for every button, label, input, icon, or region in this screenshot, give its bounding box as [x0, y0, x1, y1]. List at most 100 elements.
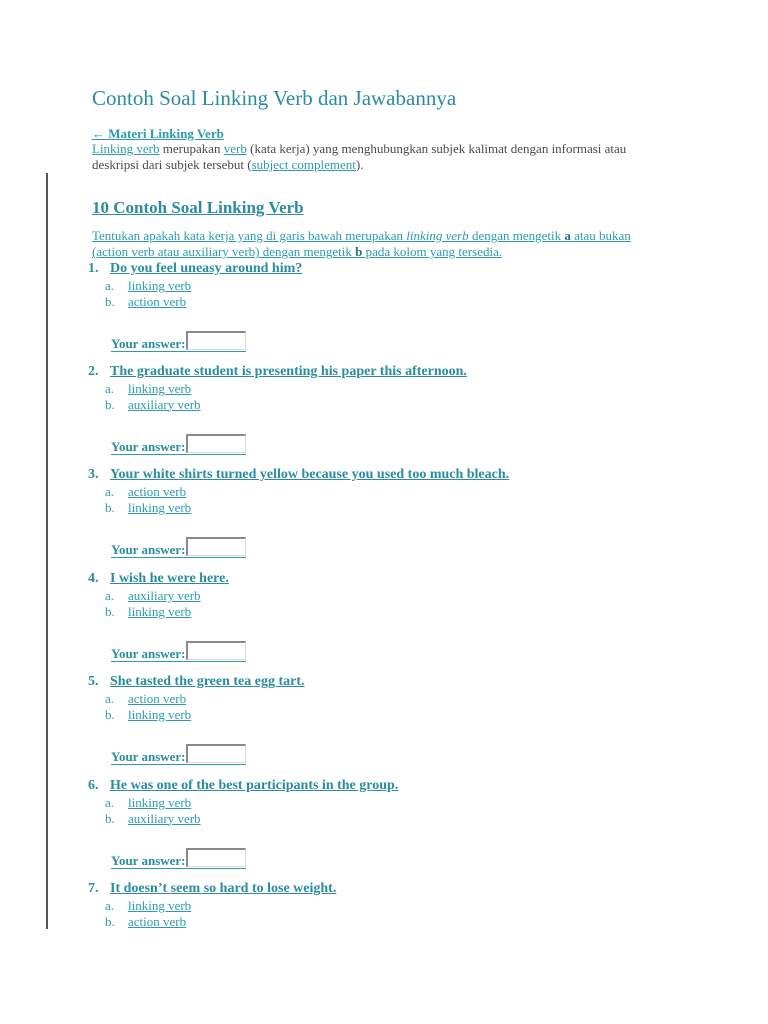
- option-letter: b.: [105, 293, 115, 309]
- option-letter: b.: [105, 603, 115, 619]
- option-letter: a.: [105, 278, 115, 293]
- question-7: 7. It doesn’t seem so hard to lose weight…: [88, 880, 688, 929]
- option-letter: a.: [105, 588, 115, 603]
- option-label: action verb: [128, 293, 187, 309]
- option-letter: b.: [105, 913, 115, 929]
- answer-row-4: Your answer:: [111, 637, 246, 662]
- option-b: b. action verb: [105, 294, 688, 310]
- section-title: 10 Contoh Soal Linking Verb: [92, 198, 304, 217]
- option-b: b. auxiliary verb: [105, 397, 688, 413]
- option-letter: b.: [105, 810, 115, 826]
- answer-row-6: Your answer:: [111, 844, 246, 869]
- question-text: 3. Your white shirts turned yellow becaus…: [88, 466, 688, 484]
- answer-input-6[interactable]: [185, 848, 246, 867]
- question-number: 1.: [88, 261, 99, 276]
- answer-row-3: Your answer:: [111, 533, 246, 558]
- option-b: b. action verb: [105, 914, 688, 930]
- question-text: 4. I wish he were here.: [88, 570, 688, 588]
- answer-row-2: Your answer:: [111, 430, 246, 455]
- option-letter: a.: [105, 898, 115, 913]
- option-label: linking verb: [128, 898, 192, 913]
- intro-text-3: ).: [355, 157, 364, 172]
- option-a: a. linking verb: [105, 381, 688, 397]
- question-number: 6.: [88, 778, 99, 793]
- option-label: linking verb: [128, 278, 192, 293]
- answer-label: Your answer:: [111, 749, 186, 764]
- question-sentence: She tasted the green tea egg tart.: [110, 674, 305, 689]
- answer-input-2[interactable]: [185, 434, 246, 453]
- question-1: 1. Do you feel uneasy around him? a. linki…: [88, 260, 688, 309]
- question-sentence: I wish he were here.: [110, 571, 229, 586]
- question-text: 1. Do you feel uneasy around him?: [88, 260, 688, 278]
- answer-input-4[interactable]: [185, 641, 246, 660]
- instructions-text-1: Tentukan apakah kata kerja yang di garis…: [92, 228, 407, 243]
- option-label: auxiliary verb: [128, 810, 201, 826]
- intro-paragraph: Linking verb merupakan verb (kata kerja)…: [92, 141, 662, 173]
- question-5: 5. She tasted the green tea egg tart. a. a…: [88, 673, 688, 722]
- option-a: a. linking verb: [105, 795, 688, 811]
- instructions-italic: linking verb: [406, 228, 469, 243]
- option-letter: b.: [105, 706, 115, 722]
- question-number: 5.: [88, 674, 99, 689]
- option-a: a. action verb: [105, 484, 688, 500]
- verb-link[interactable]: verb: [224, 141, 247, 156]
- answer-input-1[interactable]: [185, 331, 246, 350]
- option-b: b. linking verb: [105, 500, 688, 516]
- option-a: a. linking verb: [105, 278, 688, 294]
- question-6: 6. He was one of the best participants in…: [88, 777, 688, 826]
- option-letter: a.: [105, 691, 115, 706]
- option-letter: b.: [105, 499, 115, 515]
- option-letter: b.: [105, 396, 115, 412]
- option-letter: a.: [105, 381, 115, 396]
- left-margin-rule: [46, 173, 48, 929]
- option-label: action verb: [128, 484, 187, 499]
- question-2: 2. The graduate student is presenting his…: [88, 363, 688, 412]
- answer-row-5: Your answer:: [111, 740, 246, 765]
- option-a: a. action verb: [105, 691, 688, 707]
- answer-input-5[interactable]: [185, 744, 246, 763]
- instructions: Tentukan apakah kata kerja yang di garis…: [92, 228, 662, 260]
- option-label: linking verb: [128, 381, 192, 396]
- option-label: linking verb: [128, 499, 192, 515]
- instructions-text-4: pada kolom yang tersedia.: [362, 244, 503, 259]
- subject-complement-link[interactable]: subject complement: [252, 157, 356, 172]
- question-number: 7.: [88, 881, 99, 896]
- option-b: b. linking verb: [105, 707, 688, 723]
- option-a: a. linking verb: [105, 898, 688, 914]
- option-label: linking verb: [128, 795, 192, 810]
- answer-row-1: Your answer:: [111, 327, 246, 352]
- option-label: action verb: [128, 913, 187, 929]
- question-text: 5. She tasted the green tea egg tart.: [88, 673, 688, 691]
- question-sentence: Your white shirts turned yellow because …: [110, 467, 510, 482]
- option-b: b. linking verb: [105, 604, 688, 620]
- question-text: 2. The graduate student is presenting his…: [88, 363, 688, 381]
- question-3: 3. Your white shirts turned yellow becaus…: [88, 466, 688, 515]
- question-sentence: The graduate student is presenting his p…: [110, 364, 467, 379]
- intro-text-1: merupakan: [159, 141, 224, 156]
- answer-label: Your answer:: [111, 439, 186, 454]
- answer-label: Your answer:: [111, 853, 186, 868]
- option-label: linking verb: [128, 603, 192, 619]
- option-b: b. auxiliary verb: [105, 811, 688, 827]
- back-link-materi[interactable]: ← Materi Linking Verb: [92, 126, 224, 142]
- instructions-text-2: dengan mengetik: [468, 228, 565, 243]
- question-number: 3.: [88, 467, 99, 482]
- question-number: 2.: [88, 364, 99, 379]
- option-label: linking verb: [128, 706, 192, 722]
- question-sentence: It doesn’t seem so hard to lose weight.: [110, 881, 337, 896]
- answer-label: Your answer:: [111, 542, 186, 557]
- option-letter: a.: [105, 795, 115, 810]
- question-text: 6. He was one of the best participants in…: [88, 777, 688, 795]
- answer-label: Your answer:: [111, 336, 186, 351]
- page-title: Contoh Soal Linking Verb dan Jawabannya: [92, 86, 457, 110]
- answer-input-3[interactable]: [185, 537, 246, 556]
- question-sentence: Do you feel uneasy around him?: [110, 261, 303, 276]
- option-label: action verb: [128, 691, 187, 706]
- question-text: 7. It doesn’t seem so hard to lose weight…: [88, 880, 688, 898]
- question-sentence: He was one of the best participants in t…: [110, 778, 399, 793]
- linking-verb-link[interactable]: Linking verb: [92, 141, 160, 156]
- option-label: auxiliary verb: [128, 396, 201, 412]
- question-number: 4.: [88, 571, 99, 586]
- option-letter: a.: [105, 484, 115, 499]
- option-a: a. auxiliary verb: [105, 588, 688, 604]
